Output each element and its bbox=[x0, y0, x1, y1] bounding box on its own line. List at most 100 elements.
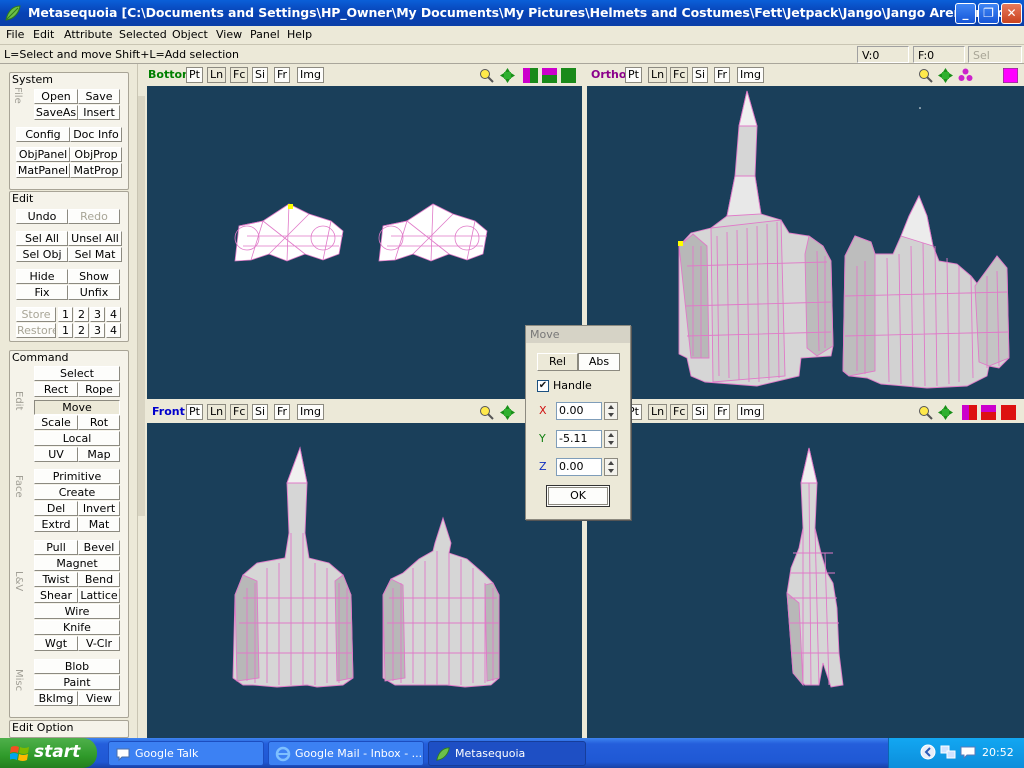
rotate-view-icon[interactable] bbox=[958, 68, 973, 83]
ortho-viewport-canvas[interactable] bbox=[587, 86, 1024, 399]
side-image-toggle[interactable]: Img bbox=[737, 404, 764, 420]
matpanel-button[interactable]: MatPanel bbox=[16, 163, 70, 178]
zoom-icon[interactable] bbox=[918, 68, 933, 83]
restore-slot-3[interactable]: 3 bbox=[90, 323, 105, 338]
create-face-button[interactable]: Create bbox=[34, 485, 120, 500]
objpanel-button[interactable]: ObjPanel bbox=[16, 147, 70, 162]
bottom-silhouette-toggle[interactable]: Si bbox=[252, 67, 269, 83]
wire-button[interactable]: Wire bbox=[34, 604, 120, 619]
store-slot-1[interactable]: 1 bbox=[58, 307, 73, 322]
zoom-icon[interactable] bbox=[479, 68, 494, 83]
bg-color-icon[interactable] bbox=[962, 405, 977, 420]
menu-attribute[interactable]: Attribute bbox=[64, 28, 113, 41]
magnet-button[interactable]: Magnet bbox=[34, 556, 120, 571]
front-frame-toggle[interactable]: Fr bbox=[274, 404, 291, 420]
fill-color-icon[interactable] bbox=[1001, 405, 1016, 420]
menu-panel[interactable]: Panel bbox=[250, 28, 280, 41]
insert-button[interactable]: Insert bbox=[78, 105, 120, 120]
unselect-all-button[interactable]: Unsel All bbox=[68, 231, 122, 246]
vertex-color-button[interactable]: V-Clr bbox=[78, 636, 120, 651]
taskbar-google-talk[interactable]: Google Talk bbox=[108, 741, 264, 766]
undo-button[interactable]: Undo bbox=[16, 209, 68, 224]
restore-button[interactable]: Restore bbox=[16, 323, 56, 338]
background-image-button[interactable]: BkImg bbox=[34, 691, 78, 706]
move-tool-button[interactable]: Move bbox=[34, 400, 120, 415]
ortho-image-toggle[interactable]: Img bbox=[737, 67, 764, 83]
menu-file[interactable]: File bbox=[6, 28, 24, 41]
restore-slot-1[interactable]: 1 bbox=[58, 323, 73, 338]
matprop-button[interactable]: MatProp bbox=[70, 163, 122, 178]
extrude-button[interactable]: Extrd bbox=[34, 517, 78, 532]
bottom-lines-toggle[interactable]: Ln bbox=[207, 67, 227, 83]
z-value-input[interactable]: 0.00 bbox=[556, 458, 602, 476]
back-arrow-icon[interactable] bbox=[920, 744, 936, 760]
split-color-icon[interactable] bbox=[981, 405, 996, 420]
save-button[interactable]: Save bbox=[78, 89, 120, 104]
x-value-input[interactable]: 0.00 bbox=[556, 402, 602, 420]
select-all-button[interactable]: Sel All bbox=[16, 231, 68, 246]
open-button[interactable]: Open bbox=[34, 89, 78, 104]
restore-slot-2[interactable]: 2 bbox=[74, 323, 89, 338]
ortho-frame-toggle[interactable]: Fr bbox=[714, 67, 731, 83]
material-button[interactable]: Mat bbox=[78, 517, 120, 532]
menu-selected[interactable]: Selected bbox=[119, 28, 167, 41]
bend-button[interactable]: Bend bbox=[78, 572, 120, 587]
front-points-toggle[interactable]: Pt bbox=[186, 404, 203, 420]
bottom-faces-toggle[interactable]: Fc bbox=[230, 67, 249, 83]
side-viewport-canvas[interactable] bbox=[587, 423, 1024, 738]
uv-tool-button[interactable]: UV bbox=[34, 447, 78, 462]
store-slot-4[interactable]: 4 bbox=[106, 307, 121, 322]
side-silhouette-toggle[interactable]: Si bbox=[692, 404, 709, 420]
redo-button[interactable]: Redo bbox=[68, 209, 120, 224]
bottom-frame-toggle[interactable]: Fr bbox=[274, 67, 291, 83]
bottom-viewport-canvas[interactable] bbox=[147, 86, 582, 399]
taskbar-google-mail[interactable]: Google Mail - Inbox - ... bbox=[268, 741, 424, 766]
shear-button[interactable]: Shear bbox=[34, 588, 78, 603]
ortho-silhouette-toggle[interactable]: Si bbox=[692, 67, 709, 83]
front-faces-toggle[interactable]: Fc bbox=[230, 404, 249, 420]
twist-button[interactable]: Twist bbox=[34, 572, 78, 587]
weight-button[interactable]: Wgt bbox=[34, 636, 78, 651]
paint-button[interactable]: Paint bbox=[34, 675, 120, 690]
view-button[interactable]: View bbox=[78, 691, 120, 706]
bevel-button[interactable]: Bevel bbox=[78, 540, 120, 555]
primitive-button[interactable]: Primitive bbox=[34, 469, 120, 484]
y-value-input[interactable]: -5.11 bbox=[556, 430, 602, 448]
pan-icon[interactable] bbox=[500, 68, 515, 83]
ok-button[interactable]: OK bbox=[546, 485, 610, 507]
menu-edit[interactable]: Edit bbox=[33, 28, 54, 41]
z-spinner[interactable] bbox=[604, 458, 618, 476]
select-object-button[interactable]: Sel Obj bbox=[16, 247, 68, 262]
network-icon[interactable] bbox=[940, 744, 956, 760]
fill-color-icon[interactable] bbox=[561, 68, 576, 83]
split-color-icon[interactable] bbox=[542, 68, 557, 83]
pull-button[interactable]: Pull bbox=[34, 540, 78, 555]
objprop-button[interactable]: ObjProp bbox=[70, 147, 122, 162]
restore-slot-4[interactable]: 4 bbox=[106, 323, 121, 338]
zoom-icon[interactable] bbox=[479, 405, 494, 420]
fix-button[interactable]: Fix bbox=[16, 285, 68, 300]
show-button[interactable]: Show bbox=[68, 269, 120, 284]
map-tool-button[interactable]: Map bbox=[78, 447, 120, 462]
delete-face-button[interactable]: Del bbox=[34, 501, 78, 516]
saveas-button[interactable]: SaveAs bbox=[34, 105, 78, 120]
menu-help[interactable]: Help bbox=[287, 28, 312, 41]
taskbar-metasequoia[interactable]: Metasequoia bbox=[428, 741, 586, 766]
menu-view[interactable]: View bbox=[216, 28, 242, 41]
bottom-points-toggle[interactable]: Pt bbox=[186, 67, 203, 83]
minimize-button[interactable]: _ bbox=[955, 3, 976, 24]
config-button[interactable]: Config bbox=[16, 127, 70, 142]
bg-color-icon[interactable] bbox=[523, 68, 538, 83]
lattice-button[interactable]: Lattice bbox=[78, 588, 120, 603]
side-frame-toggle[interactable]: Fr bbox=[714, 404, 731, 420]
select-material-button[interactable]: Sel Mat bbox=[68, 247, 122, 262]
rect-tool-button[interactable]: Rect bbox=[34, 382, 78, 397]
color-swatch-icon[interactable] bbox=[1003, 68, 1018, 83]
ortho-points-toggle[interactable]: Pt bbox=[625, 67, 642, 83]
store-slot-3[interactable]: 3 bbox=[90, 307, 105, 322]
knife-button[interactable]: Knife bbox=[34, 620, 120, 635]
front-lines-toggle[interactable]: Ln bbox=[207, 404, 227, 420]
blob-button[interactable]: Blob bbox=[34, 659, 120, 674]
unfix-button[interactable]: Unfix bbox=[68, 285, 120, 300]
zoom-icon[interactable] bbox=[918, 405, 933, 420]
